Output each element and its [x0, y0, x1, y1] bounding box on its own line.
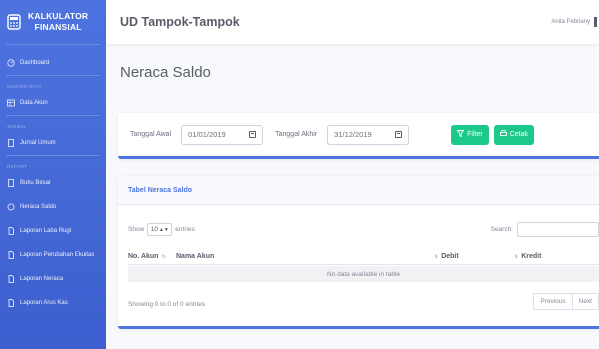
print-icon [499, 130, 507, 139]
filter-card: Tanggal Awal 01/01/2019 Tanggal Akhir 31… [118, 113, 599, 159]
filter-button-label: Filter [467, 131, 483, 138]
table-icon [7, 99, 15, 107]
brand-line-1: KALKULATOR [28, 11, 89, 21]
filter-icon [456, 130, 465, 139]
table-header: No. Akun ⇅ Nama Akun ⇅ Debit ⇅ Kredit [128, 249, 599, 265]
sidebar-item-label: Neraca Saldo [20, 204, 57, 210]
book-icon [7, 179, 15, 187]
sidebar-item-label: Data Akun [20, 100, 48, 106]
sidebar-item-label: Buku Besar [20, 180, 52, 186]
sidebar-item-label: Laporan Laba Rugi [20, 228, 72, 234]
sidebar-item-data-akun[interactable]: Data Akun [0, 91, 106, 115]
column-header-label: No. Akun [128, 253, 159, 260]
print-button-label: Cetak [509, 131, 529, 138]
sidebar-item-jurnal-umum[interactable]: Jurnal Umum [0, 131, 106, 155]
brand[interactable]: KALKULATOR FINANSIAL [0, 0, 106, 44]
end-date-value: 31/12/2019 [334, 130, 372, 139]
sidebar-item-label: Laporan Neraca [20, 276, 64, 282]
file-icon [7, 227, 15, 235]
sidebar-item-neraca-saldo[interactable]: Neraca Saldo [0, 195, 106, 219]
page-length-select[interactable]: 10 ▲▼ [147, 223, 173, 236]
sidebar-heading-jurnal: JURNAL [7, 124, 27, 129]
user-name: Anita Febriany [551, 19, 590, 25]
column-header-nama-akun[interactable]: Nama Akun [176, 253, 434, 260]
brand-line-2: FINANSIAL [34, 22, 82, 32]
column-header-label: Kredit [521, 253, 542, 260]
sort-icon: ⇅ [514, 253, 519, 260]
entries-label: entries [175, 226, 195, 233]
table-card-title: Tabel Neraca Saldo [118, 176, 599, 205]
dashboard-icon [7, 59, 15, 67]
page-title: Neraca Saldo [120, 64, 211, 81]
sidebar-item-dashboard[interactable]: Dashboard [0, 51, 106, 75]
show-label: Show [128, 226, 145, 233]
sidebar-item-laporan-laba-rugi[interactable]: Laporan Laba Rugi [0, 219, 106, 243]
calendar-icon[interactable] [249, 131, 257, 138]
start-date-label: Tanggal Awal [130, 131, 172, 138]
table-card: Tabel Neraca Saldo Show 10 ▲▼ entries Se… [118, 176, 599, 329]
page-length-value: 10 [150, 226, 158, 233]
pagination: Previous Next [533, 293, 599, 310]
sidebar-heading-report: REPORT [7, 164, 28, 169]
sidebar-item-label: Laporan Arus Kas [20, 300, 68, 306]
calculator-icon [6, 14, 22, 30]
column-header-kredit[interactable]: ⇅ Kredit [514, 253, 594, 260]
file-icon [7, 275, 15, 283]
sort-icon: ⇅ [161, 253, 166, 260]
start-date-input[interactable]: 01/01/2019 [181, 124, 264, 145]
sidebar-item-label: Dashboard [20, 60, 50, 66]
file-icon [7, 299, 15, 307]
filter-button[interactable]: Filter [451, 124, 489, 145]
table-info: Showing 0 to 0 of 0 entries [128, 301, 205, 308]
page-length-control: Show 10 ▲▼ entries [128, 223, 195, 236]
brand-name: KALKULATOR FINANSIAL [28, 11, 88, 33]
search-label: Search: [490, 226, 513, 233]
calendar-icon[interactable] [395, 131, 403, 138]
select-arrows-icon: ▲▼ [158, 226, 169, 233]
topbar: UD Tampok-Tampok Anita Febriany [106, 0, 599, 44]
sidebar-item-laporan-neraca[interactable]: Laporan Neraca [0, 267, 106, 291]
column-header-label: Nama Akun [176, 253, 215, 260]
end-date-label: Tanggal Akhir [275, 131, 318, 138]
sidebar-item-label: Jurnal Umum [20, 140, 56, 146]
sidebar-item-label: Laporan Perubahan Ekuitas [20, 252, 95, 258]
column-header-label: Debit [441, 253, 459, 260]
company-name: UD Tampok-Tampok [120, 15, 240, 29]
balance-icon [7, 203, 15, 211]
user-avatar [594, 17, 597, 27]
sidebar-item-laporan-arus-kas[interactable]: Laporan Arus Kas [0, 291, 106, 315]
column-header-debit[interactable]: ⇅ Debit [434, 253, 514, 260]
print-button[interactable]: Cetak [493, 124, 535, 145]
book-icon [7, 139, 15, 147]
search-input[interactable] [517, 222, 599, 237]
sidebar: KALKULATOR FINANSIAL Dashboard MASTER DA… [0, 0, 106, 349]
empty-table-row: No data available in table [128, 266, 599, 282]
sidebar-divider [6, 44, 100, 45]
next-page-button[interactable]: Next [572, 293, 599, 310]
table-search: Search: [491, 222, 599, 237]
sidebar-item-buku-besar[interactable]: Buku Besar [0, 171, 106, 195]
sidebar-heading-master-data: MASTER DATA [7, 84, 42, 89]
end-date-input[interactable]: 31/12/2019 [327, 124, 410, 145]
previous-page-button[interactable]: Previous [533, 293, 573, 310]
sort-icon: ⇅ [434, 253, 439, 260]
start-date-value: 01/01/2019 [188, 130, 226, 139]
file-icon [7, 251, 15, 259]
column-header-no-akun[interactable]: No. Akun ⇅ [128, 253, 176, 260]
sidebar-item-laporan-perubahan-ekuitas[interactable]: Laporan Perubahan Ekuitas [0, 243, 106, 267]
user-menu[interactable]: Anita Febriany [551, 17, 599, 27]
table-controls: Show 10 ▲▼ entries Search: [128, 222, 599, 237]
